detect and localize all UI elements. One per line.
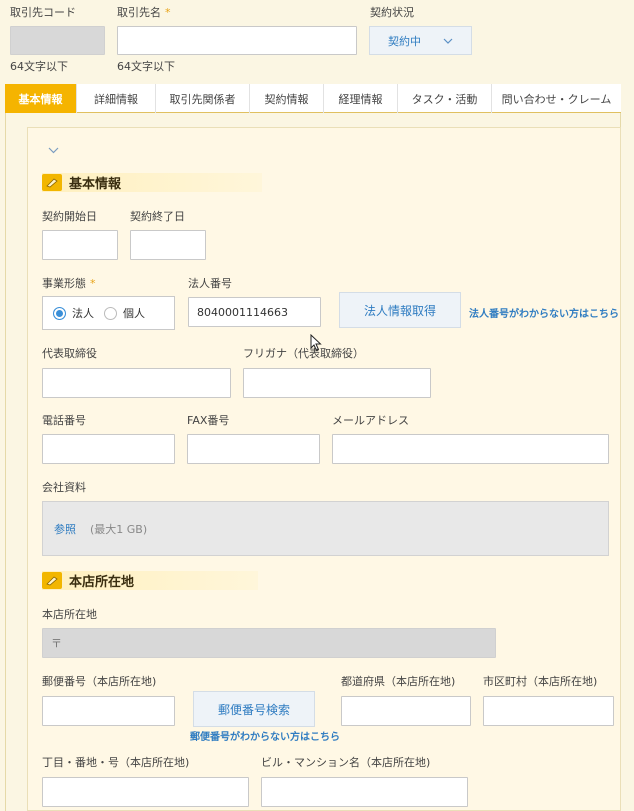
radio-individual-label: 個人 — [123, 307, 145, 320]
corp-number-label: 法人番号 — [188, 277, 232, 290]
pencil-icon — [42, 174, 62, 191]
email-input[interactable] — [332, 434, 609, 464]
collapse-chevron-icon[interactable] — [48, 147, 59, 154]
postal-search-button[interactable]: 郵便番号検索 — [193, 691, 315, 727]
contract-start-label: 契約開始日 — [42, 210, 97, 223]
client-name-hint: 64文字以下 — [117, 60, 175, 73]
client-code-label: 取引先コード — [10, 6, 76, 19]
business-type-label: 事業形態 * — [42, 275, 96, 291]
contract-status-select[interactable]: 契約中 — [369, 26, 472, 55]
email-label: メールアドレス — [332, 414, 409, 427]
postal-code-label: 郵便番号（本店所在地) — [42, 675, 157, 688]
section-title-basic: 基本情報 — [69, 177, 122, 192]
max-size-note: (最大1 GB) — [90, 522, 148, 536]
section-header-basic: 基本情報 — [42, 173, 262, 192]
head-office-address-display: 〒 — [42, 628, 496, 658]
building-input[interactable] — [261, 777, 468, 807]
required-mark: * — [165, 6, 171, 19]
prefecture-label: 都道府県（本店所在地) — [341, 675, 456, 688]
tab-bar: 基本情報 詳細情報 取引先関係者 契約情報 経理情報 タスク・活動 問い合わせ・… — [5, 84, 621, 113]
postal-help-link[interactable]: 郵便番号がわからない方はこちら — [190, 728, 340, 743]
fax-label: FAX番号 — [187, 414, 230, 427]
radio-dot-selected — [53, 306, 66, 320]
section-title-address: 本店所在地 — [69, 575, 135, 590]
tab-inquiries-complaints[interactable]: 問い合わせ・クレーム — [492, 84, 621, 113]
tab-accounting-info[interactable]: 経理情報 — [324, 84, 398, 113]
section-header-address: 本店所在地 — [42, 571, 258, 590]
required-mark: * — [90, 277, 96, 290]
representative-input[interactable] — [42, 368, 231, 398]
pencil-icon — [42, 572, 62, 589]
street-label: 丁目・番地・号（本店所在地) — [42, 756, 190, 769]
company-docs-dropzone[interactable]: 参照 (最大1 GB) — [42, 501, 609, 556]
radio-individual[interactable]: 個人 — [104, 305, 145, 321]
contract-status-label: 契約状況 — [370, 6, 414, 19]
fetch-corp-info-button[interactable]: 法人情報取得 — [339, 292, 461, 328]
contract-end-input[interactable] — [130, 230, 206, 260]
city-label: 市区町村（本店所在地) — [483, 675, 598, 688]
tab-contract-info[interactable]: 契約情報 — [250, 84, 324, 113]
corp-number-input[interactable]: 8040001114663 — [188, 297, 321, 327]
furigana-label: フリガナ（代表取締役） — [243, 347, 364, 360]
tab-tasks-activities[interactable]: タスク・活動 — [398, 84, 492, 113]
street-input[interactable] — [42, 777, 249, 807]
head-office-label: 本店所在地 — [42, 608, 97, 621]
tab-detail-info[interactable]: 詳細情報 — [77, 84, 156, 113]
tab-basic-info[interactable]: 基本情報 — [5, 84, 77, 113]
business-type-label-text: 事業形態 — [42, 277, 86, 290]
contract-status-value: 契約中 — [388, 34, 421, 48]
prefecture-input[interactable] — [341, 696, 471, 726]
contract-end-label: 契約終了日 — [130, 210, 185, 223]
radio-dot — [104, 306, 117, 320]
client-name-label-text: 取引先名 — [117, 6, 161, 19]
fax-input[interactable] — [187, 434, 320, 464]
representative-label: 代表取締役 — [42, 347, 97, 360]
furigana-input[interactable] — [243, 368, 431, 398]
business-type-radio-group: 法人 個人 — [42, 296, 175, 330]
chevron-down-icon — [443, 38, 453, 44]
client-name-label: 取引先名 * — [117, 4, 171, 20]
client-code-hint: 64文字以下 — [10, 60, 68, 73]
radio-corporate-label: 法人 — [72, 307, 94, 320]
browse-link[interactable]: 参照 — [54, 521, 76, 537]
client-name-input[interactable] — [117, 26, 357, 55]
radio-corporate[interactable]: 法人 — [53, 305, 94, 321]
company-docs-label: 会社資料 — [42, 481, 86, 494]
phone-label: 電話番号 — [42, 414, 86, 427]
tab-client-contacts[interactable]: 取引先関係者 — [156, 84, 250, 113]
corp-number-help-link[interactable]: 法人番号がわからない方はこちら — [469, 305, 619, 320]
phone-input[interactable] — [42, 434, 175, 464]
postal-code-input[interactable] — [42, 696, 175, 726]
building-label: ビル・マンション名（本店所在地) — [261, 756, 431, 769]
client-code-input[interactable] — [10, 26, 105, 55]
contract-start-input[interactable] — [42, 230, 118, 260]
city-input[interactable] — [483, 696, 614, 726]
